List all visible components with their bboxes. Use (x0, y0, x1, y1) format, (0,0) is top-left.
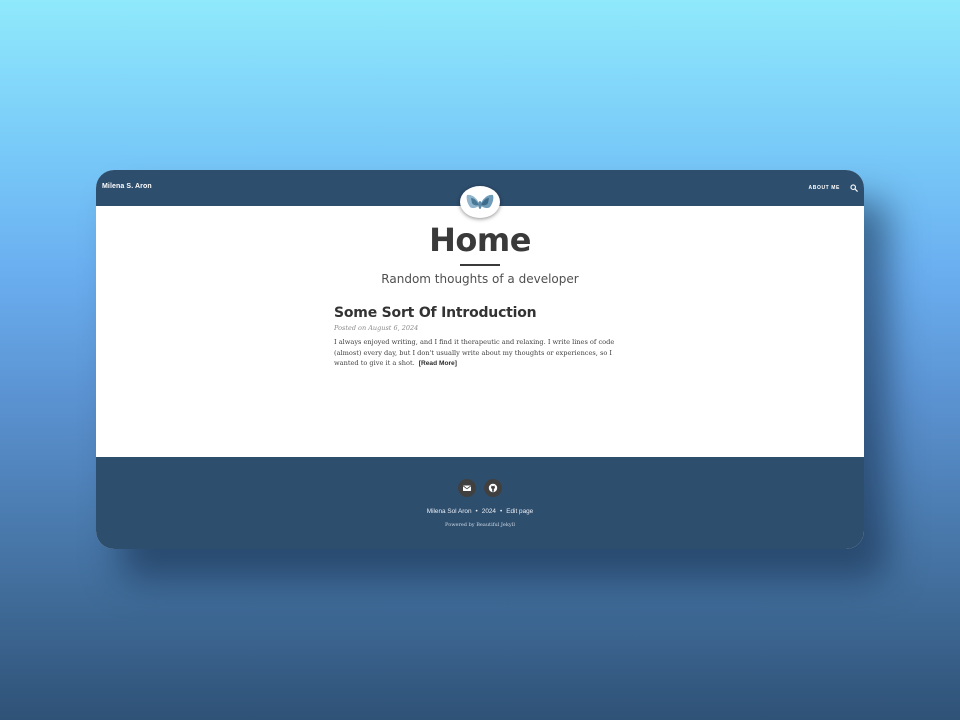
social-links (458, 479, 504, 497)
nav-about-me[interactable]: ABOUT ME (809, 185, 840, 191)
footer-year: 2024 (481, 508, 496, 515)
post-excerpt-text: I always enjoyed writing, and I find it … (334, 338, 615, 368)
read-more-link[interactable]: [Read More] (419, 360, 457, 367)
edit-page-link[interactable]: Edit page (506, 508, 533, 515)
title-divider (460, 264, 500, 266)
github-icon (488, 483, 498, 493)
post-meta: Posted on August 6, 2024 (334, 324, 419, 332)
page-header: Home Random thoughts of a developer (96, 220, 864, 286)
github-button[interactable] (484, 479, 502, 497)
page-subtitle: Random thoughts of a developer (381, 272, 579, 286)
footer-author: Milena Sol Aron (426, 508, 472, 515)
page-title: Home (429, 221, 531, 259)
footer-separator: • (475, 508, 478, 515)
email-button[interactable] (458, 479, 476, 497)
post-preview: Some Sort Of Introduction Posted on Augu… (334, 304, 624, 369)
post-excerpt: I always enjoyed writing, and I find it … (334, 337, 624, 369)
footer: Milena Sol Aron • 2024 • Edit page Powered b… (96, 457, 864, 549)
powered-by: Powered by Beautiful Jekyll (96, 521, 864, 529)
footer-separator: • (499, 508, 503, 515)
powered-prefix: Powered by (445, 522, 475, 528)
avatar[interactable] (460, 186, 500, 218)
brand-link[interactable]: Milena S. Aron (102, 183, 152, 190)
footer-copyright: Milena Sol Aron • 2024 • Edit page (96, 507, 864, 517)
search-icon[interactable] (850, 184, 858, 192)
browser-window: Milena S. Aron ABOUT ME Home Random thou… (96, 170, 864, 549)
avatar-logo-icon (466, 194, 494, 209)
beautiful-jekyll-link[interactable]: Beautiful Jekyll (476, 522, 515, 528)
post-title[interactable]: Some Sort Of Introduction (334, 304, 624, 322)
envelope-icon (463, 485, 471, 491)
